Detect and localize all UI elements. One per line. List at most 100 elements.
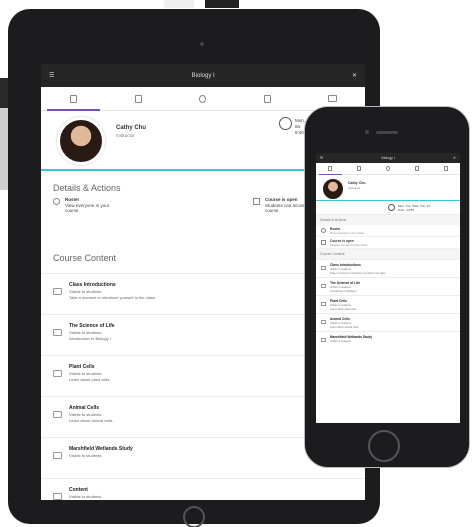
folder-icon (53, 493, 62, 500)
phone-course-tabs (316, 163, 460, 175)
list-item[interactable]: Animal Cells Visible to students Learn a… (316, 313, 460, 331)
item-title: Animal Cells (330, 317, 350, 321)
lock-icon (321, 240, 326, 245)
item-description: Learn about animal cells. (69, 418, 114, 423)
item-visibility: Visible to students (330, 268, 352, 271)
app-header: ☰ Biology I ✕ (41, 64, 365, 87)
roster-icon (321, 228, 326, 233)
item-visibility: Visible to students (69, 371, 102, 376)
close-icon[interactable]: ✕ (453, 156, 456, 160)
phone-camera (365, 130, 369, 134)
clock-icon (279, 117, 292, 130)
instructor-name: Cathy Chu (348, 181, 366, 185)
phone-device: ☰ Biology I ✕ Cathy Chu Instructor Mon, … (304, 106, 470, 468)
close-icon[interactable]: ✕ (352, 72, 357, 79)
item-title: The Science of Life (330, 281, 361, 285)
tab-messages[interactable] (431, 163, 460, 174)
discussions-tab-icon (199, 94, 207, 103)
tab-calendar[interactable] (345, 163, 374, 174)
phone-instructor-profile: Cathy Chu Instructor (316, 175, 460, 201)
folder-icon (53, 288, 62, 295)
item-title: Class Introductions (69, 282, 116, 288)
course-tabs (41, 87, 365, 111)
tab-calendar[interactable] (106, 87, 171, 110)
tab-content[interactable] (41, 87, 106, 111)
tablet-camera (200, 42, 204, 46)
background-block (205, 0, 239, 8)
course-title: Biology I (381, 156, 395, 160)
item-description: Learn about plant cells. (69, 377, 111, 382)
background-block (164, 0, 194, 8)
list-item[interactable]: The Science of Life Visible to students … (316, 277, 460, 295)
schedule-time: 9:40 - 10:55 (398, 207, 415, 212)
folder-icon (53, 370, 62, 377)
course-title: Biology I (191, 72, 215, 79)
lock-icon (253, 198, 260, 205)
tab-content[interactable] (316, 163, 345, 175)
phone-home-button[interactable] (368, 430, 400, 462)
folder-icon (53, 452, 62, 459)
course-status-subtitle: Students can access this course (330, 243, 368, 247)
menu-icon[interactable]: ☰ (320, 156, 323, 160)
item-title: Marshfield Wetlands Study (69, 446, 133, 452)
menu-icon[interactable]: ☰ (49, 72, 54, 79)
item-title: The Science of Life (69, 323, 115, 329)
course-content-heading: Course Content (316, 249, 460, 259)
folder-icon (321, 320, 326, 324)
item-description: Learn about plant cells. (330, 308, 357, 311)
item-title: Plant Cells (330, 299, 347, 303)
item-title: Plant Cells (69, 364, 95, 370)
calendar-tab-icon (357, 166, 362, 171)
tab-discussions[interactable] (374, 163, 403, 174)
item-description: Learn about animal cells. (330, 326, 359, 329)
list-item[interactable]: Content Visible to students (41, 478, 365, 500)
gradebook-tab-icon (414, 166, 419, 171)
messages-tab-icon (443, 166, 448, 171)
item-visibility: Visible to students (69, 412, 102, 417)
instructor-role: Instructor (348, 186, 361, 190)
tablet-home-button[interactable] (183, 506, 205, 527)
avatar (57, 117, 105, 165)
folder-icon (53, 329, 62, 336)
content-tab-icon (69, 94, 77, 103)
roster-subtitle-2: course (65, 208, 79, 213)
item-title: Content (69, 487, 88, 493)
item-description: Take a moment to introduce yourself to t… (330, 272, 387, 275)
discussions-tab-icon (385, 166, 390, 171)
item-title: Animal Cells (69, 405, 100, 411)
clock-icon (388, 204, 395, 211)
device-mockup-scene: ☰ Biology I ✕ Cathy Chu Instructor Mon, … (0, 0, 473, 527)
instructor-name: Cathy Chu (116, 125, 146, 131)
phone-class-schedule: Mon, Tue, Wed, Thu, Fri 9:40 - 10:55 (316, 201, 460, 215)
tab-gradebook[interactable] (235, 87, 300, 110)
roster-action[interactable]: Roster View everyone in your course (53, 197, 109, 214)
folder-icon (321, 302, 326, 306)
item-visibility: Visible to students (330, 286, 352, 289)
item-title: Class Introductions (330, 263, 361, 267)
roster-icon (53, 198, 60, 205)
list-item[interactable]: Class Introductions Visible to students … (316, 259, 460, 277)
folder-icon (53, 411, 62, 418)
schedule-text: Mon, Tue, Wed, Thu, Fri 9:40 - 10:55 (398, 204, 430, 213)
item-description: Take a moment to introduce yourself to t… (69, 295, 156, 300)
messages-tab-icon (328, 95, 338, 102)
phone-app-header: ☰ Biology I ✕ (316, 153, 460, 163)
list-item[interactable]: Plant Cells Visible to students Learn ab… (316, 295, 460, 313)
course-status-label: Course is open (330, 239, 354, 243)
roster-subtitle: View everyone in your course (330, 231, 364, 235)
tab-discussions[interactable] (171, 87, 236, 110)
tab-gradebook[interactable] (402, 163, 431, 174)
course-status-action[interactable]: Course is open Students can access this … (316, 237, 460, 249)
phone-speaker (376, 131, 398, 134)
list-item[interactable]: Marshfield Wetlands Study Visible to stu… (316, 331, 460, 349)
instructor-role: Instructor (116, 133, 135, 138)
item-visibility: Visible to students (330, 304, 352, 307)
roster-action[interactable]: Roster View everyone in your course (316, 225, 460, 237)
phone-screen: ☰ Biology I ✕ Cathy Chu Instructor Mon, … (316, 153, 460, 423)
item-visibility: Visible to students (69, 453, 102, 458)
item-description: Introduction to Biology I (330, 290, 358, 293)
item-visibility: Visible to students (69, 289, 102, 294)
calendar-tab-icon (134, 94, 142, 103)
item-title: Marshfield Wetlands Study (330, 335, 373, 339)
avatar (322, 178, 344, 200)
